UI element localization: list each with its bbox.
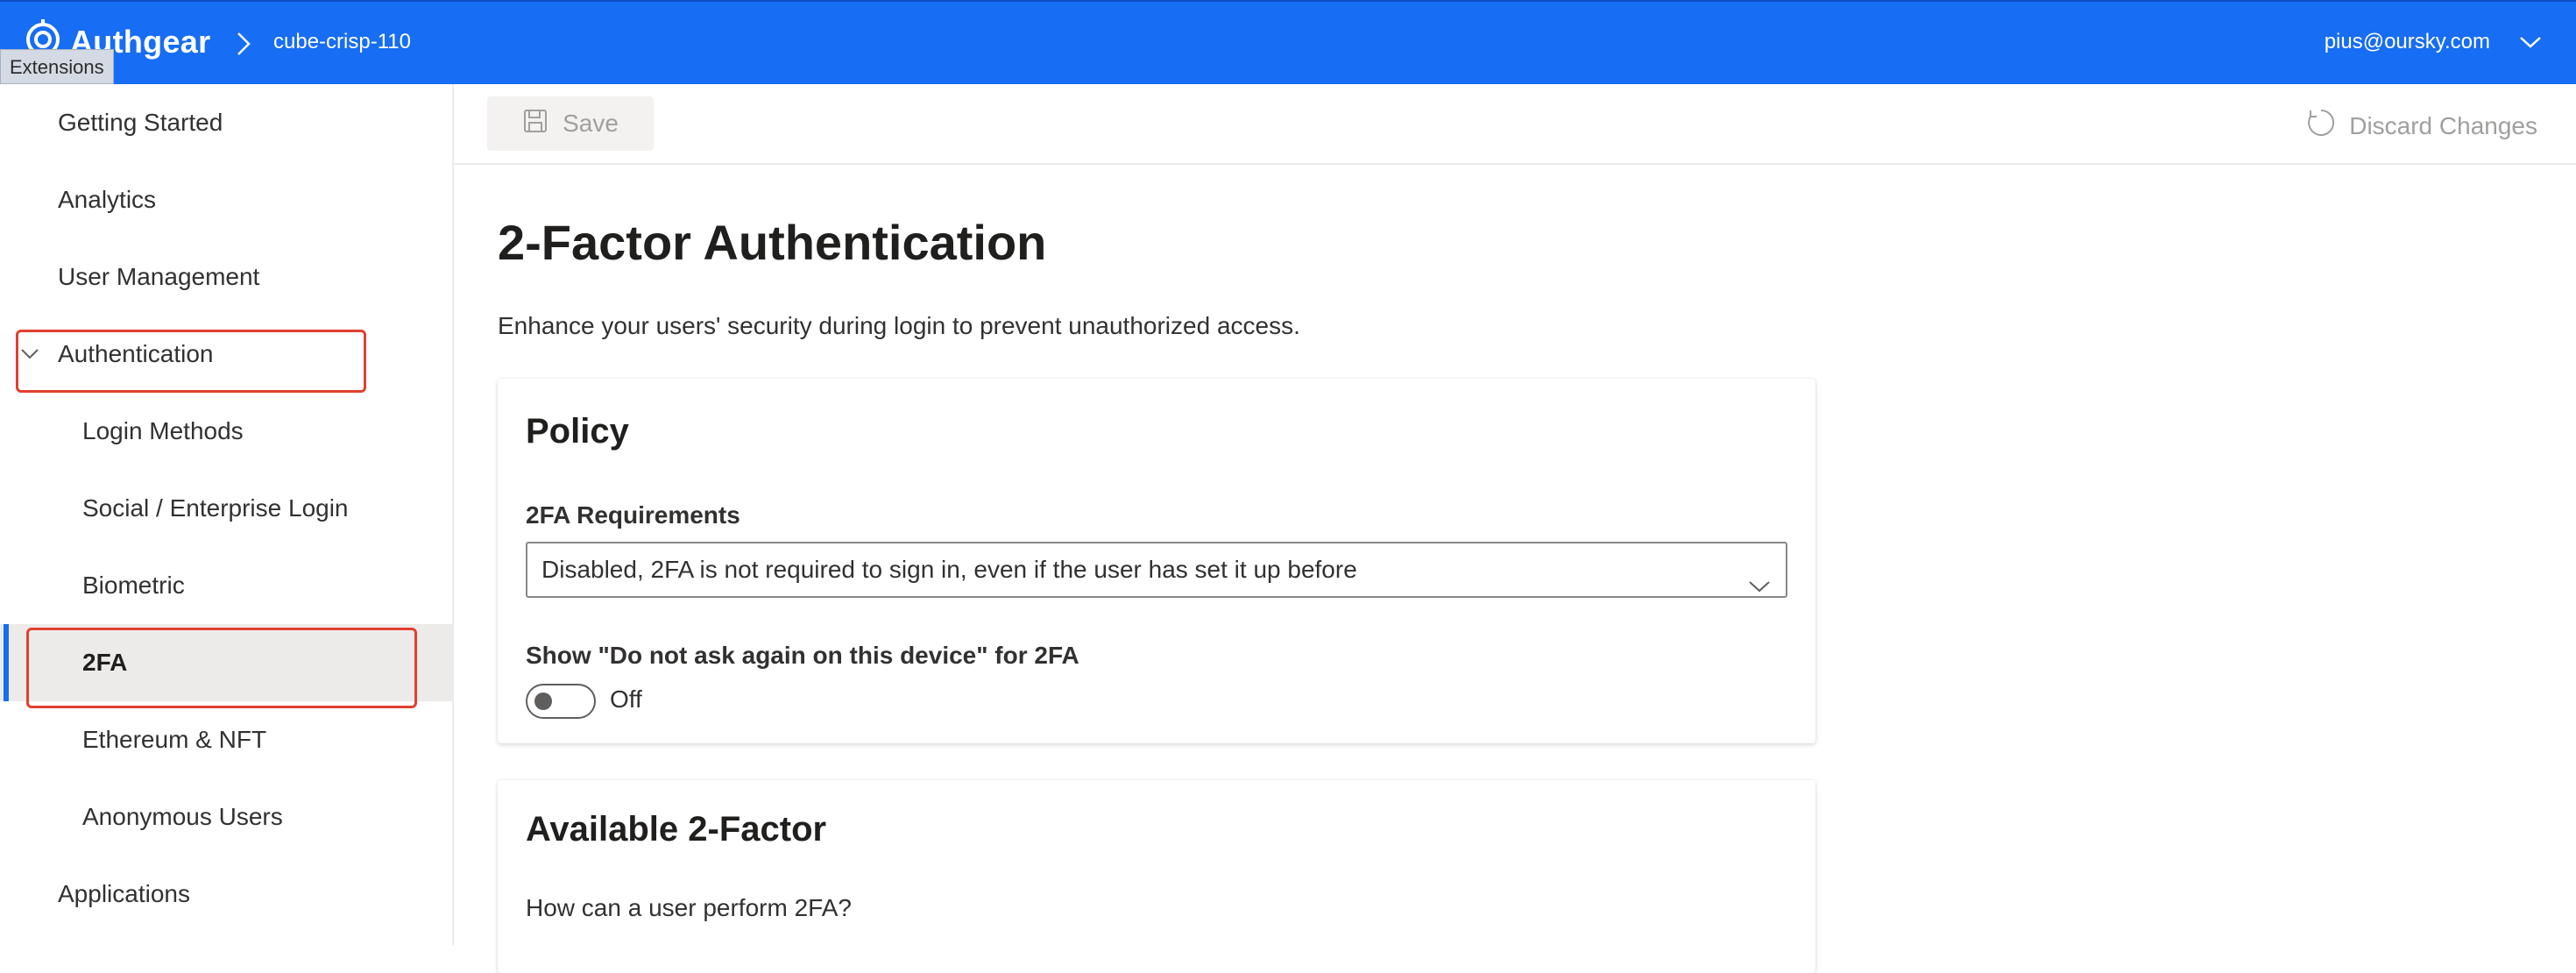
sidebar-item-label: Analytics <box>58 186 157 213</box>
available-card-title: Available 2-Factor <box>526 810 827 849</box>
chevron-down-icon <box>19 342 40 363</box>
sidebar-item-label: Applications <box>58 880 190 907</box>
extensions-tooltip: Extensions <box>0 49 114 84</box>
sidebar-item-label: Authentication <box>58 340 214 367</box>
toggle-state-text: Off <box>610 685 642 713</box>
sidebar-item-label: Ethereum & NFT <box>82 726 267 753</box>
sidebar-item-label: User Management <box>58 263 260 290</box>
device-toggle-label: Show "Do not ask again on this device" f… <box>526 642 1079 669</box>
sidebar-item-label: Anonymous Users <box>82 803 283 830</box>
save-button[interactable]: Save <box>487 96 654 151</box>
sidebar-item-user-management[interactable]: User Management <box>0 238 452 316</box>
selected-indicator <box>4 624 9 701</box>
toggle-knob <box>534 692 552 710</box>
do-not-ask-again-toggle[interactable] <box>526 684 596 719</box>
chevron-down-icon[interactable] <box>2518 33 2543 51</box>
user-account-menu[interactable]: pius@oursky.com <box>2325 30 2490 54</box>
project-name[interactable]: cube-crisp-110 <box>273 30 411 54</box>
top-app-bar: Authgear cube-crisp-110 pius@oursky.com <box>0 0 2576 84</box>
sidebar-item-social-enterprise-login[interactable]: Social / Enterprise Login <box>0 470 452 547</box>
page-description: Enhance your users' security during logi… <box>498 312 1300 339</box>
sidebar-nav: Getting Started Analytics User Managemen… <box>0 84 454 945</box>
refresh-icon <box>2305 107 2337 145</box>
sidebar-item-2fa[interactable]: 2FA <box>0 624 452 701</box>
2fa-requirements-dropdown[interactable]: Disabled, 2FA is not required to sign in… <box>526 542 1787 598</box>
sidebar-item-label: Biometric <box>82 572 185 599</box>
command-bar: Save Discard Changes <box>454 84 2576 165</box>
policy-card-title: Policy <box>526 412 629 451</box>
sidebar-item-label: Social / Enterprise Login <box>82 494 349 522</box>
sidebar-item-label: Login Methods <box>82 417 244 444</box>
sidebar-item-label: Getting Started <box>58 109 223 136</box>
page-title: 2-Factor Authentication <box>498 215 1047 270</box>
sidebar-item-applications[interactable]: Applications <box>0 856 452 933</box>
requirements-label: 2FA Requirements <box>526 501 740 529</box>
sidebar-item-biometric[interactable]: Biometric <box>0 547 452 624</box>
sidebar-item-authentication[interactable]: Authentication <box>0 316 452 393</box>
discard-changes-button[interactable]: Discard Changes <box>2305 107 2537 145</box>
available-card-question: How can a user perform 2FA? <box>526 894 852 921</box>
discard-changes-label: Discard Changes <box>2349 111 2537 139</box>
chevron-down-icon <box>1747 561 1772 593</box>
sidebar-item-ethereum-nft[interactable]: Ethereum & NFT <box>0 701 452 778</box>
save-button-label: Save <box>563 110 619 137</box>
sidebar-item-getting-started[interactable]: Getting Started <box>0 84 452 161</box>
sidebar-item-label: 2FA <box>82 649 128 676</box>
sidebar-item-anonymous-users[interactable]: Anonymous Users <box>0 778 452 856</box>
sidebar-item-analytics[interactable]: Analytics <box>0 161 452 238</box>
sidebar-item-login-methods[interactable]: Login Methods <box>0 393 452 470</box>
dropdown-selected-value: Disabled, 2FA is not required to sign in… <box>541 556 1357 583</box>
save-icon <box>522 108 548 140</box>
breadcrumb-chevron-right-icon <box>235 30 252 58</box>
available-2fa-card: Available 2-Factor How can a user perfor… <box>498 780 1815 973</box>
policy-card: Policy 2FA Requirements Disabled, 2FA is… <box>498 379 1815 743</box>
